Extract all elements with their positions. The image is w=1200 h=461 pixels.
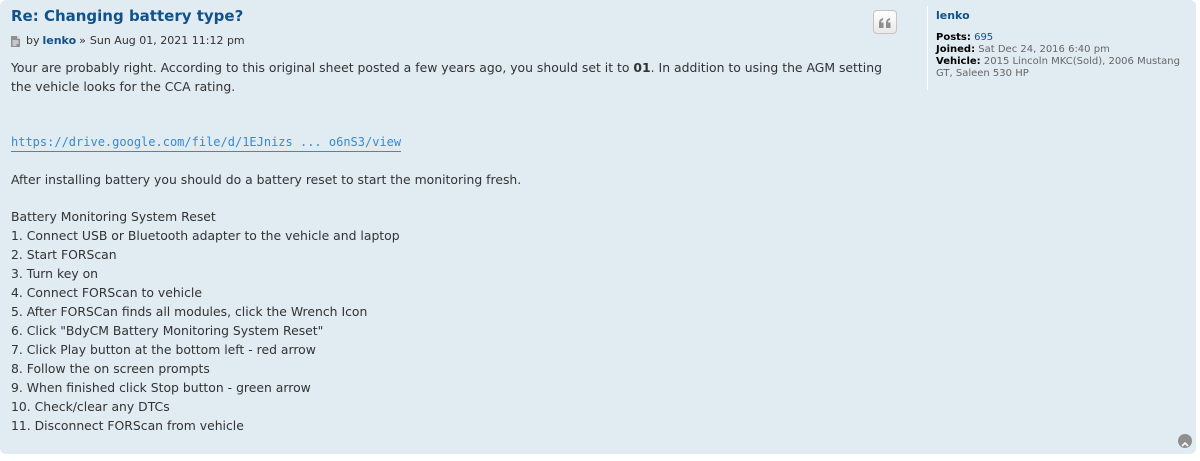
step-item: 1. Connect USB or Bluetooth adapter to t… <box>11 228 400 243</box>
quote-icon <box>879 13 891 32</box>
profile-username[interactable]: lenko <box>936 10 1196 22</box>
joined-label: Joined: <box>936 44 976 55</box>
step-item: 8. Follow the on screen prompts <box>11 361 210 376</box>
post-paragraph-reset-note: After installing battery you should do a… <box>11 172 522 187</box>
profile-posts: Posts: 695 <box>936 32 1196 44</box>
step-item: 6. Click "BdyCM Battery Monitoring Syste… <box>11 323 324 338</box>
joined-date: Sat Dec 24, 2016 6:40 pm <box>978 44 1110 55</box>
steps-heading: Battery Monitoring System Reset <box>11 209 216 224</box>
step-item: 11. Disconnect FORScan from vehicle <box>11 418 244 433</box>
posts-label: Posts: <box>936 32 971 43</box>
profile-details: Posts: 695 Joined: Sat Dec 24, 2016 6:40… <box>936 32 1196 80</box>
post-paragraph-intro: Your are probably right. According to th… <box>11 58 891 96</box>
post-date: Sun Aug 01, 2021 11:12 pm <box>89 34 245 47</box>
forum-post: Re: Changing battery type? by lenko » Su… <box>0 0 1196 454</box>
step-item: 2. Start FORScan <box>11 247 117 262</box>
step-item: 10. Check/clear any DTCs <box>11 399 170 414</box>
profile-vehicle: Vehicle: 2015 Lincoln MKC(Sold), 2006 Mu… <box>936 56 1196 80</box>
by-label: by <box>26 34 40 47</box>
post-body: Re: Changing battery type? by lenko » Su… <box>11 6 901 435</box>
setting-value: 01 <box>633 60 651 75</box>
post-content: Your are probably right. According to th… <box>11 58 901 435</box>
step-item: 3. Turn key on <box>11 266 99 281</box>
reset-steps-list: Battery Monitoring System Reset 1. Conne… <box>11 207 901 435</box>
post-document-icon[interactable] <box>11 35 20 47</box>
post-title[interactable]: Re: Changing battery type? <box>11 6 901 26</box>
posts-count-link[interactable]: 695 <box>974 32 993 43</box>
post-author-link[interactable]: lenko <box>43 34 77 48</box>
google-drive-link[interactable]: https://drive.google.com/file/d/1EJnizs … <box>11 134 402 152</box>
back-to-top-button[interactable] <box>1178 434 1192 448</box>
post-author-line: by lenko » Sun Aug 01, 2021 11:12 pm <box>11 34 901 48</box>
step-item: 4. Connect FORScan to vehicle <box>11 285 202 300</box>
back-to-top-icon <box>1181 432 1189 451</box>
author-date-separator: » <box>79 34 86 47</box>
author-profile: lenko Posts: 695 Joined: Sat Dec 24, 201… <box>927 6 1196 90</box>
step-item: 7. Click Play button at the bottom left … <box>11 342 316 357</box>
profile-joined: Joined: Sat Dec 24, 2016 6:40 pm <box>936 44 1196 56</box>
vehicle-label: Vehicle: <box>936 56 981 67</box>
step-item: 9. When finished click Stop button - gre… <box>11 380 311 395</box>
intro-text-before: Your are probably right. According to th… <box>11 60 634 75</box>
step-item: 5. After FORSCan finds all modules, clic… <box>11 304 368 319</box>
quote-button[interactable] <box>873 10 897 34</box>
